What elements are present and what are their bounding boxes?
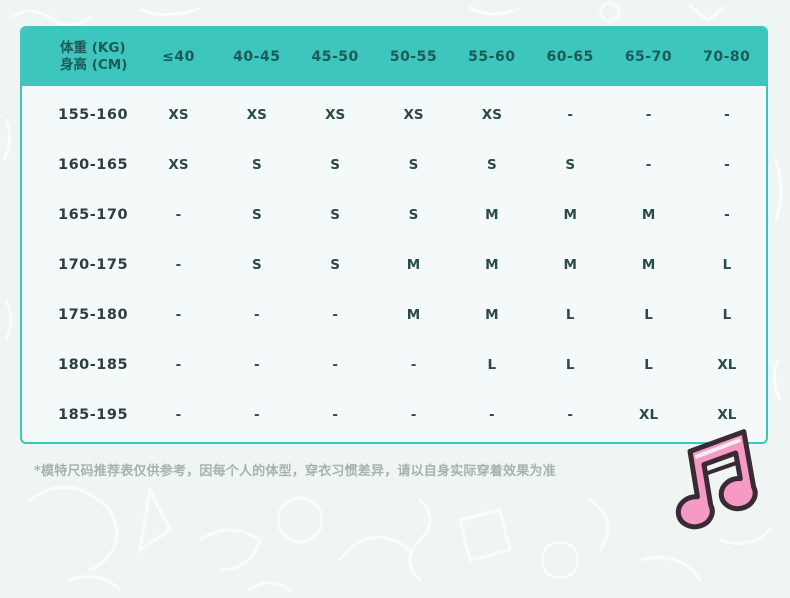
size-cell: - [724, 207, 730, 223]
size-cell: - [254, 407, 260, 423]
size-cell: XL [639, 407, 659, 423]
weight-header: 40-45 [233, 49, 281, 65]
table-row: 170-175 - S S M M M M L [22, 240, 766, 290]
size-cell: - [175, 357, 182, 373]
table-row: 180-185 - - - - L L L XL [22, 340, 766, 390]
size-cell: S [565, 157, 576, 173]
weight-header: 50-55 [389, 49, 438, 65]
size-cell: XL [717, 357, 737, 373]
height-label: 160-165 [58, 157, 129, 173]
size-cell: XS [403, 107, 424, 123]
size-cell: - [254, 357, 260, 373]
table-row: 160-165 XS S S S S S - - [22, 140, 766, 190]
size-cell: L [644, 357, 653, 373]
size-cell: XS [481, 107, 502, 123]
size-cell: M [563, 207, 577, 223]
size-cell: - [175, 257, 182, 273]
height-label: 175-180 [58, 307, 129, 323]
size-cell: XS [168, 157, 189, 173]
size-cell: L [722, 307, 732, 323]
size-cell: S [408, 207, 419, 223]
size-cell: S [330, 207, 341, 223]
size-cell: M [641, 257, 656, 273]
weight-header: 65-70 [624, 49, 673, 65]
size-cell: M [485, 307, 499, 323]
size-cell: L [644, 307, 653, 323]
size-cell: - [332, 307, 338, 323]
weight-header: 60-65 [546, 49, 594, 65]
size-cell: M [641, 207, 656, 223]
size-cell: S [251, 207, 262, 223]
table-header-row: 体重 (KG) 身高 (CM) ≤40 40-45 45-50 50-55 55… [22, 28, 766, 86]
size-cell: - [332, 407, 338, 423]
weight-axis-label: 体重 (KG) [60, 40, 126, 56]
height-label: 180-185 [58, 357, 129, 373]
size-cell: - [175, 207, 182, 223]
size-cell: M [485, 257, 499, 273]
size-cell: XL [717, 407, 737, 423]
size-cell: - [724, 157, 730, 173]
size-cell: XS [325, 107, 346, 123]
weight-header: 45-50 [311, 49, 359, 65]
size-cell: - [645, 157, 652, 173]
size-cell: S [330, 157, 341, 173]
size-cell: S [251, 257, 262, 273]
height-label: 165-170 [58, 207, 129, 223]
size-cell: L [487, 357, 497, 373]
height-label: 185-195 [58, 407, 129, 423]
size-cell: L [565, 307, 575, 323]
size-cell: M [406, 307, 421, 323]
music-note-logo-icon [675, 429, 758, 530]
size-cell: XS [246, 107, 267, 123]
size-cell: M [563, 257, 577, 273]
weight-header: 70-80 [703, 49, 751, 65]
size-cell: L [565, 357, 575, 373]
size-cell: - [645, 107, 652, 123]
table-row: 155-160 XS XS XS XS XS - - - [22, 90, 766, 140]
size-cell: S [486, 157, 497, 173]
size-cell: L [722, 257, 732, 273]
weight-header: 55-60 [468, 49, 516, 65]
size-chart-footnote: *模特尺码推荐表仅供参考，因每个人的体型，穿衣习惯差异，请以自身实际穿着效果为准 [34, 464, 556, 479]
size-cell: XS [168, 107, 189, 123]
size-cell: M [406, 257, 421, 273]
size-cell: - [175, 407, 182, 423]
size-cell: M [485, 207, 499, 223]
size-cell: S [251, 157, 262, 173]
size-cell: - [254, 307, 260, 323]
table-row: 185-195 - - - - - - XL XL [22, 390, 766, 440]
size-cell: - [410, 407, 417, 423]
size-cell: - [567, 107, 573, 123]
size-cell: - [724, 107, 730, 123]
table-row: 175-180 - - - M M L L L [22, 290, 766, 340]
size-cell: - [332, 357, 338, 373]
table-row: 165-170 - S S S M M M - [22, 190, 766, 240]
size-cell: - [410, 357, 417, 373]
size-chart-table: 体重 (KG) 身高 (CM) ≤40 40-45 45-50 50-55 55… [20, 26, 768, 444]
size-cell: S [408, 157, 419, 173]
size-cell: S [330, 257, 341, 273]
corner-header: 体重 (KG) 身高 (CM) [22, 40, 139, 74]
weight-header: ≤40 [162, 49, 195, 65]
size-cell: - [567, 407, 573, 423]
height-axis-label: 身高 (CM) [60, 57, 128, 73]
size-cell: - [489, 407, 495, 423]
height-label: 170-175 [58, 257, 129, 273]
height-label: 155-160 [58, 107, 129, 123]
size-cell: - [175, 307, 182, 323]
